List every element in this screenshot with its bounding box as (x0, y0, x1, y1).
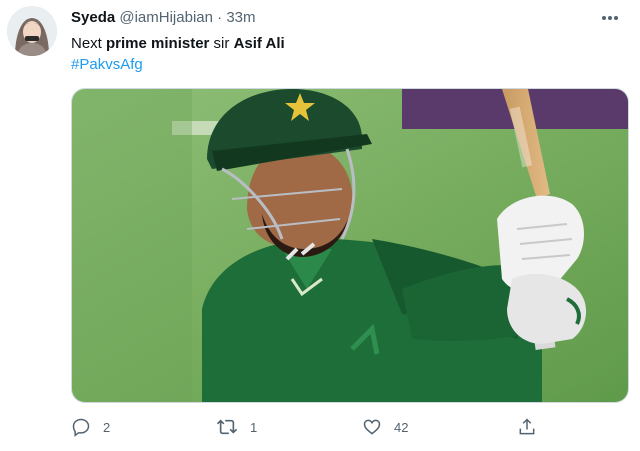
cricket-player-image (72, 89, 628, 402)
tweet-text: Next prime minister sir Asif Ali #PakvsA… (71, 33, 285, 75)
reply-icon (72, 418, 90, 437)
retweet-button[interactable]: 1 (216, 412, 257, 442)
author-handle[interactable]: @iamHijabian (119, 9, 213, 26)
share-icon (519, 418, 535, 435)
reply-button[interactable]: 2 (71, 412, 110, 442)
tweet-media[interactable] (71, 88, 629, 403)
like-count: 42 (394, 419, 409, 435)
like-button[interactable]: 42 (362, 412, 408, 442)
retweet-count: 1 (250, 419, 258, 435)
tweet-header: Syeda @iamHijabian · 33m (71, 8, 256, 28)
more-horizontal-icon (602, 16, 618, 20)
text-segment: sir (209, 35, 234, 52)
tweet-text-line: Next prime minister sir Asif Ali (71, 33, 285, 54)
retweet-icon (216, 419, 238, 435)
heart-icon (363, 419, 381, 435)
reply-count: 2 (103, 419, 111, 435)
text-segment: Next (71, 35, 107, 52)
more-button[interactable] (598, 8, 622, 28)
hashtag-link[interactable]: #PakvsAfg (71, 56, 143, 73)
tweet-timestamp[interactable]: 33m (226, 9, 255, 26)
text-bold-segment: prime minister (106, 35, 210, 52)
tweet-actions: 2 1 42 (71, 412, 541, 442)
text-bold-segment: Asif Ali (233, 35, 285, 52)
tweet-card[interactable]: Syeda @iamHijabian · 33m Next prime mini… (0, 0, 640, 451)
separator-dot: · (217, 9, 223, 26)
avatar[interactable] (7, 6, 57, 56)
author-name[interactable]: Syeda (71, 9, 115, 26)
share-button[interactable] (517, 412, 537, 442)
avatar-image (7, 6, 57, 56)
